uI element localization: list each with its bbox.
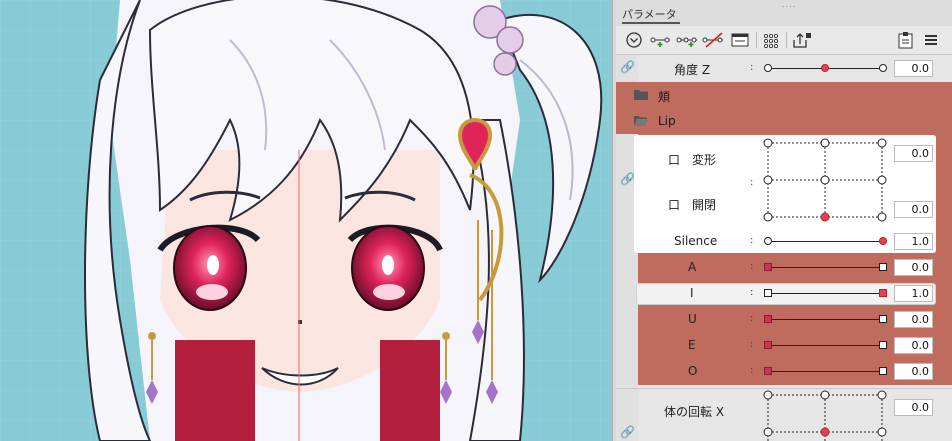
dots-grid-icon[interactable] [762, 30, 780, 50]
slider-knob[interactable] [879, 289, 887, 297]
slider-knob[interactable] [764, 367, 772, 375]
parameter-toolbar [616, 26, 952, 55]
link-icon[interactable]: 🔗 [620, 60, 635, 74]
param-value-mouth-form[interactable]: 0.0 [894, 145, 933, 162]
clipboard-icon[interactable] [896, 30, 916, 50]
param-label-mouth-open: 口 開閉 [668, 198, 717, 212]
folder-icon [634, 90, 648, 100]
param-label: 角度 Z [674, 63, 711, 77]
two-axis-keyform-grid[interactable] [762, 137, 888, 223]
panel-tab-parameters[interactable]: パラメータ [622, 6, 677, 22]
toolbar-separator [786, 32, 787, 48]
slider-knob[interactable] [764, 315, 772, 323]
model-canvas[interactable] [0, 0, 612, 441]
param-slider-track[interactable] [767, 345, 883, 346]
key-point[interactable] [879, 315, 887, 323]
link-icon[interactable]: 🔗 [620, 172, 635, 186]
parameter-panel: .... パラメータ 🔗 角度 Z: 0.0 頬 Lip 🔗 口 変形 0.0… [616, 0, 952, 441]
remove-key-icon[interactable] [702, 30, 726, 50]
param-slider-track[interactable] [767, 293, 883, 294]
key-point[interactable] [764, 289, 772, 297]
panel-header: .... パラメータ [616, 0, 952, 26]
param-row-o[interactable]: O : 0.0 [616, 358, 952, 384]
param-colon: : [750, 62, 754, 73]
folder-open-icon [634, 116, 648, 126]
parameter-list: 🔗 角度 Z : 0.0 頬 Lip 🔗 口 変形 0.0 : 口 開閉 0.0 [616, 55, 952, 441]
chevron-circle-icon[interactable] [624, 30, 644, 50]
menu-icon[interactable] [922, 30, 940, 50]
key-point[interactable] [879, 64, 887, 72]
param-row-a[interactable]: A : 0.0 [616, 254, 952, 280]
param-slider-track[interactable] [767, 267, 883, 268]
param-row-silence[interactable]: Silence : 1.0 [616, 228, 952, 254]
param-colon: : [750, 177, 754, 188]
param-value[interactable]: 0.0 [894, 337, 933, 354]
param-colon: : [750, 235, 754, 246]
param-label: A [688, 260, 697, 274]
param-value[interactable]: 0.0 [894, 363, 933, 380]
param-label: Silence [674, 234, 718, 248]
key-point[interactable] [879, 367, 887, 375]
add-multi-key-icon[interactable] [676, 30, 700, 50]
key-point[interactable] [764, 64, 772, 72]
export-lock-icon[interactable] [792, 30, 812, 50]
param-value[interactable]: 1.0 [894, 233, 933, 250]
param-row-angle-z[interactable]: 🔗 角度 Z : 0.0 [616, 55, 952, 81]
param-slider-track[interactable] [767, 241, 883, 242]
param-label: I [690, 286, 694, 300]
character-illustration [0, 0, 612, 441]
slider-knob[interactable] [879, 237, 887, 245]
param-colon: : [750, 261, 754, 272]
window-icon[interactable] [730, 30, 750, 50]
add-key-icon[interactable] [650, 30, 674, 50]
param-colon: : [750, 339, 754, 350]
param-value[interactable]: 0.0 [894, 311, 933, 328]
param-value[interactable]: 1.0 [894, 285, 933, 302]
param-slider-track[interactable] [767, 371, 883, 372]
param-row-e[interactable]: E : 0.0 [616, 332, 952, 358]
key-point[interactable] [764, 237, 772, 245]
folder-row-lip[interactable]: Lip [616, 108, 952, 134]
param-colon: : [750, 313, 754, 324]
panel-grip[interactable]: .... [782, 0, 796, 9]
toolbar-separator [756, 32, 757, 48]
param-value[interactable]: 0.0 [894, 259, 933, 276]
link-icon[interactable]: 🔗 [620, 425, 635, 439]
slider-knob[interactable] [764, 341, 772, 349]
key-point[interactable] [879, 341, 887, 349]
body-angle-keyform-grid[interactable] [762, 389, 888, 441]
param-value-body-angle-x[interactable]: 0.0 [894, 399, 933, 416]
param-row-i[interactable]: I : 1.0 [616, 280, 952, 306]
slider-knob[interactable] [764, 263, 772, 271]
param-label-body-angle-x: 体の回転 X [664, 405, 725, 419]
param-label: U [688, 312, 697, 326]
slider-knob[interactable] [821, 64, 829, 72]
folder-label: 頬 [658, 90, 671, 104]
tab-underline [622, 22, 680, 24]
param-row-u[interactable]: U : 0.0 [616, 306, 952, 332]
key-point[interactable] [879, 263, 887, 271]
folder-label: Lip [658, 114, 676, 128]
param-label: O [688, 364, 698, 378]
param-value-mouth-open[interactable]: 0.0 [894, 201, 933, 218]
param-slider-track[interactable] [767, 319, 883, 320]
param-colon: : [750, 287, 754, 298]
param-label: E [688, 338, 696, 352]
param-label-mouth-form: 口 変形 [668, 153, 717, 167]
param-value[interactable]: 0.0 [894, 60, 933, 77]
folder-row-cheek[interactable]: 頬 [616, 82, 952, 108]
param-colon: : [750, 365, 754, 376]
